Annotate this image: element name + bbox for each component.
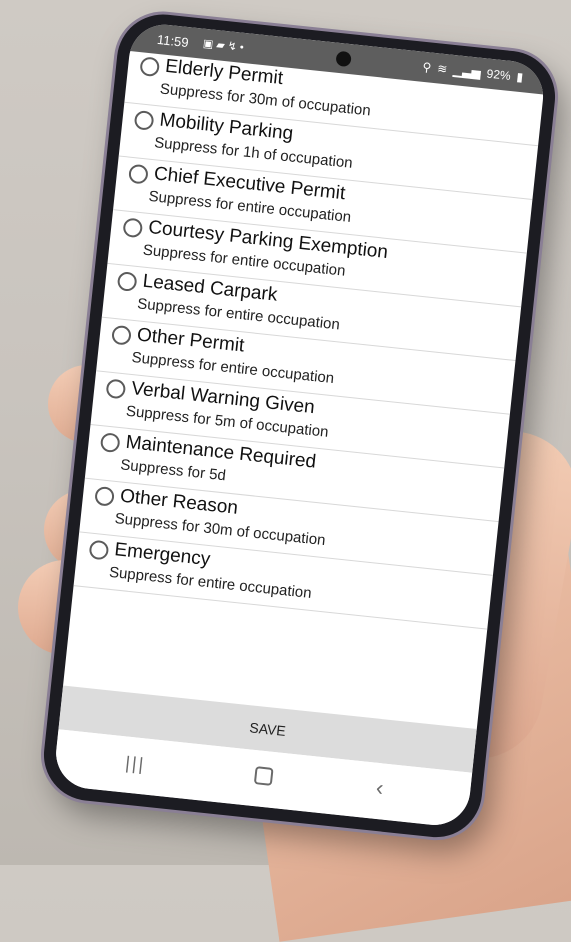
radio-button[interactable] [111,324,132,346]
dot-icon: • [239,41,248,55]
back-icon[interactable]: ‹ [375,775,385,802]
battery-percent: 92% [485,66,512,83]
radio-button[interactable] [94,485,116,507]
notification-icons: ▣▰↯• [202,37,247,55]
suppression-reason-list: Elderly Permit Suppress for 30m of occupa… [73,49,544,630]
location-icon: ⚲ [421,59,433,75]
wifi-icon: ≋ [436,61,448,77]
home-icon[interactable] [253,766,274,786]
radio-button[interactable] [88,539,110,561]
radio-button[interactable] [105,378,127,400]
radio-button[interactable] [133,109,155,131]
battery-icon: ▮ [515,69,524,85]
radio-button[interactable] [127,163,149,185]
radio-button[interactable] [122,217,144,239]
phone-device: 11:59 ▣▰↯• ⚲ ≋ ▁▃▅ 92% ▮ Elderly Permit Suppr… [39,10,560,842]
radio-button[interactable] [139,56,161,78]
phone-screen: 11:59 ▣▰↯• ⚲ ≋ ▁▃▅ 92% ▮ Elderly Permit Suppr… [52,21,547,829]
status-time: 11:59 [156,31,190,51]
signal-icon: ▁▃▅ [452,62,482,80]
front-camera [335,50,352,68]
radio-button[interactable] [99,432,121,454]
option-detail: Suppress for entire occupation [108,563,313,602]
recents-icon[interactable]: ||| [124,753,146,776]
radio-button[interactable] [116,271,138,292]
